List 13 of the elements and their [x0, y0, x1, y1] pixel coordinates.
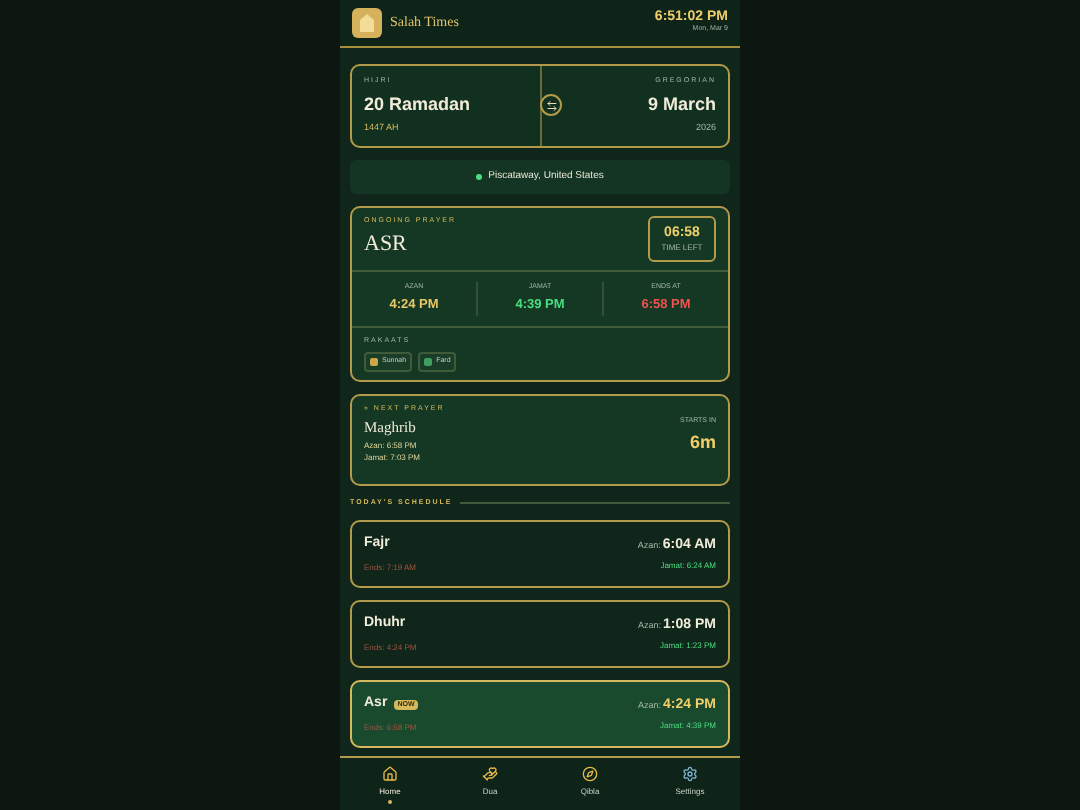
hands-icon	[482, 765, 498, 781]
hijri-date: 20 Ramadan	[364, 92, 473, 119]
swap-icon	[545, 99, 557, 111]
logo-icon	[352, 8, 382, 38]
compass-icon	[582, 765, 598, 781]
rakaat-icon	[370, 357, 378, 366]
starts-value: 6m	[689, 429, 716, 456]
rakaat-icon	[424, 357, 433, 366]
home-icon	[382, 765, 398, 781]
swap-button[interactable]	[540, 94, 562, 116]
ongoing-prayer-name: ASR	[364, 230, 409, 261]
settings-icon	[682, 765, 698, 781]
gregorian-date: 9 March	[647, 92, 716, 119]
